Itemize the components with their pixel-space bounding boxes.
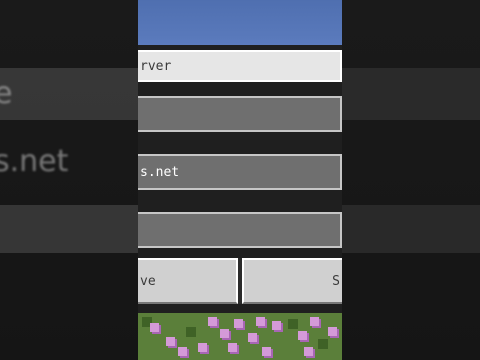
divider — [138, 82, 342, 96]
blur-band — [0, 68, 138, 120]
flower-tile-icon — [228, 343, 237, 352]
leaf-icon — [186, 327, 196, 337]
server-port-input[interactable] — [138, 212, 342, 248]
blur-band — [0, 205, 138, 253]
divider — [138, 132, 342, 154]
server-address-value: s.net — [140, 164, 180, 180]
sky — [138, 0, 342, 45]
flower-tile-icon — [262, 347, 271, 356]
divider — [138, 248, 342, 258]
server-name-label: rver — [138, 50, 342, 82]
blurred-text: s.net — [0, 144, 69, 179]
divider — [138, 190, 342, 212]
save-button[interactable]: ve — [138, 258, 238, 304]
grass-with-flowers — [138, 313, 342, 360]
background-blur-right — [342, 0, 480, 360]
flower-tile-icon — [272, 321, 281, 330]
flower-tile-icon — [150, 323, 159, 332]
flower-tile-icon — [208, 317, 217, 326]
blur-band — [342, 68, 480, 120]
flower-tile-icon — [234, 319, 243, 328]
server-name-label-text: rver — [140, 58, 172, 74]
flower-tile-icon — [304, 347, 313, 356]
flower-tile-icon — [256, 317, 265, 326]
cancel-button[interactable]: S — [242, 258, 342, 304]
cancel-button-label: S — [332, 273, 340, 289]
flower-tile-icon — [178, 347, 187, 356]
flower-tile-icon — [198, 343, 207, 352]
server-name-input[interactable] — [138, 96, 342, 132]
divider — [138, 304, 342, 313]
server-address-input[interactable]: s.net — [138, 154, 342, 190]
save-button-label: ve — [140, 273, 156, 289]
flower-tile-icon — [328, 327, 337, 336]
flower-tile-icon — [310, 317, 319, 326]
flower-tile-icon — [298, 331, 307, 340]
flower-tile-icon — [248, 333, 257, 342]
background-blur-left: e s.net — [0, 0, 138, 360]
blur-band — [342, 205, 480, 253]
game-view: rver s.net ve S — [138, 0, 342, 360]
leaf-icon — [318, 339, 328, 349]
screen: e s.net rver s.net ve S — [0, 0, 480, 360]
flower-tile-icon — [220, 329, 229, 338]
blurred-text: e — [0, 76, 13, 111]
leaf-icon — [288, 319, 298, 329]
flower-tile-icon — [166, 337, 175, 346]
